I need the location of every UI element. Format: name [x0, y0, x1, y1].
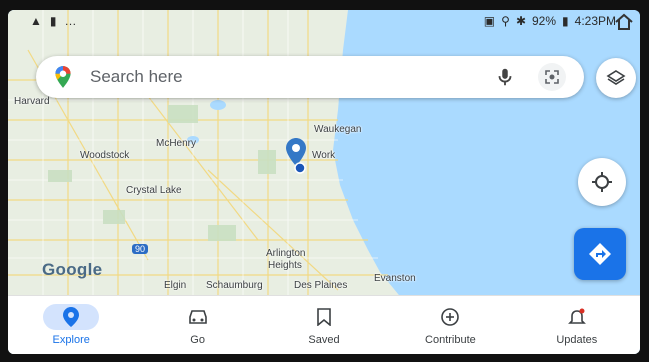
- status-bar: ▲ ▮ … ▣ ⚲ ✱ 92% ▮ 4:23PM: [8, 10, 640, 32]
- nav-explore-label: Explore: [52, 334, 90, 346]
- map-label-evanston: Evanston: [374, 273, 416, 284]
- map-label-schaumburg: Schaumburg: [206, 280, 263, 291]
- nav-contribute[interactable]: Contribute: [387, 296, 513, 354]
- battery-level: 92%: [532, 14, 557, 28]
- nav-explore-pill: [43, 304, 100, 330]
- home-icon[interactable]: [614, 12, 634, 32]
- maps-pin-icon: [55, 66, 71, 88]
- layers-icon: [606, 70, 626, 85]
- nav-updates[interactable]: Updates: [514, 296, 640, 354]
- clock: 4:23PM: [574, 14, 616, 28]
- nav-contribute-label: Contribute: [425, 334, 476, 346]
- route-shield: 90: [132, 244, 149, 254]
- map-label-mchenry: McHenry: [156, 138, 197, 149]
- lens-button[interactable]: [538, 63, 566, 91]
- map-label-arlington: Arlington: [266, 248, 306, 259]
- crosshair-icon: [592, 172, 612, 192]
- bookmark-icon: [317, 308, 331, 326]
- map-label-waukegan: Waukegan: [314, 124, 362, 135]
- layers-button[interactable]: [596, 58, 636, 98]
- current-location-dot-icon: [294, 162, 306, 174]
- device-screen: Harvard Woodstock McHenry Crystal Lake W…: [8, 10, 640, 354]
- map-label-elgin: Elgin: [164, 280, 187, 291]
- directions-icon: [589, 243, 611, 265]
- nav-updates-pill: [549, 304, 605, 330]
- map-label-woodstock: Woodstock: [80, 150, 130, 161]
- bar-icon: ▮: [49, 14, 57, 28]
- lens-icon: [545, 70, 559, 84]
- map-label-crystal-lake: Crystal Lake: [126, 185, 182, 196]
- map-label-harvard: Harvard: [14, 96, 50, 107]
- car-icon: [188, 310, 207, 324]
- dots-icon: …: [64, 14, 77, 28]
- bluetooth-icon: ✱: [515, 14, 526, 28]
- signal-icon: ▲: [30, 14, 42, 28]
- map-label-des-plaines: Des Plaines: [294, 280, 348, 291]
- search-input[interactable]: Search here: [90, 67, 494, 87]
- location-status-icon: ⚲: [501, 14, 510, 28]
- bell-icon: [567, 308, 586, 324]
- nav-go[interactable]: Go: [134, 296, 260, 354]
- map-label-heights: Heights: [268, 260, 302, 271]
- battery-icon: ▮: [562, 14, 569, 28]
- mic-icon[interactable]: [494, 66, 516, 88]
- notification-icon: ▣: [483, 14, 496, 28]
- nav-saved[interactable]: Saved: [261, 296, 387, 354]
- search-bar[interactable]: Search here: [36, 56, 584, 98]
- nav-go-pill: [170, 304, 226, 330]
- nav-contribute-pill: [422, 304, 478, 330]
- nav-go-label: Go: [190, 334, 205, 346]
- explore-pin-icon: [63, 307, 80, 327]
- directions-button[interactable]: [574, 228, 626, 280]
- map-label-work: Work: [312, 150, 336, 161]
- google-logo: Google: [42, 260, 102, 280]
- bottom-nav: Explore Go Saved Contribute Updates: [8, 295, 640, 354]
- nav-updates-label: Updates: [556, 334, 598, 346]
- nav-saved-pill: [296, 304, 352, 330]
- plus-circle-icon: [441, 308, 460, 326]
- nav-saved-label: Saved: [308, 334, 340, 346]
- google-logo-text: Google: [42, 260, 103, 279]
- my-location-button[interactable]: [578, 158, 626, 206]
- nav-explore[interactable]: Explore: [8, 296, 134, 354]
